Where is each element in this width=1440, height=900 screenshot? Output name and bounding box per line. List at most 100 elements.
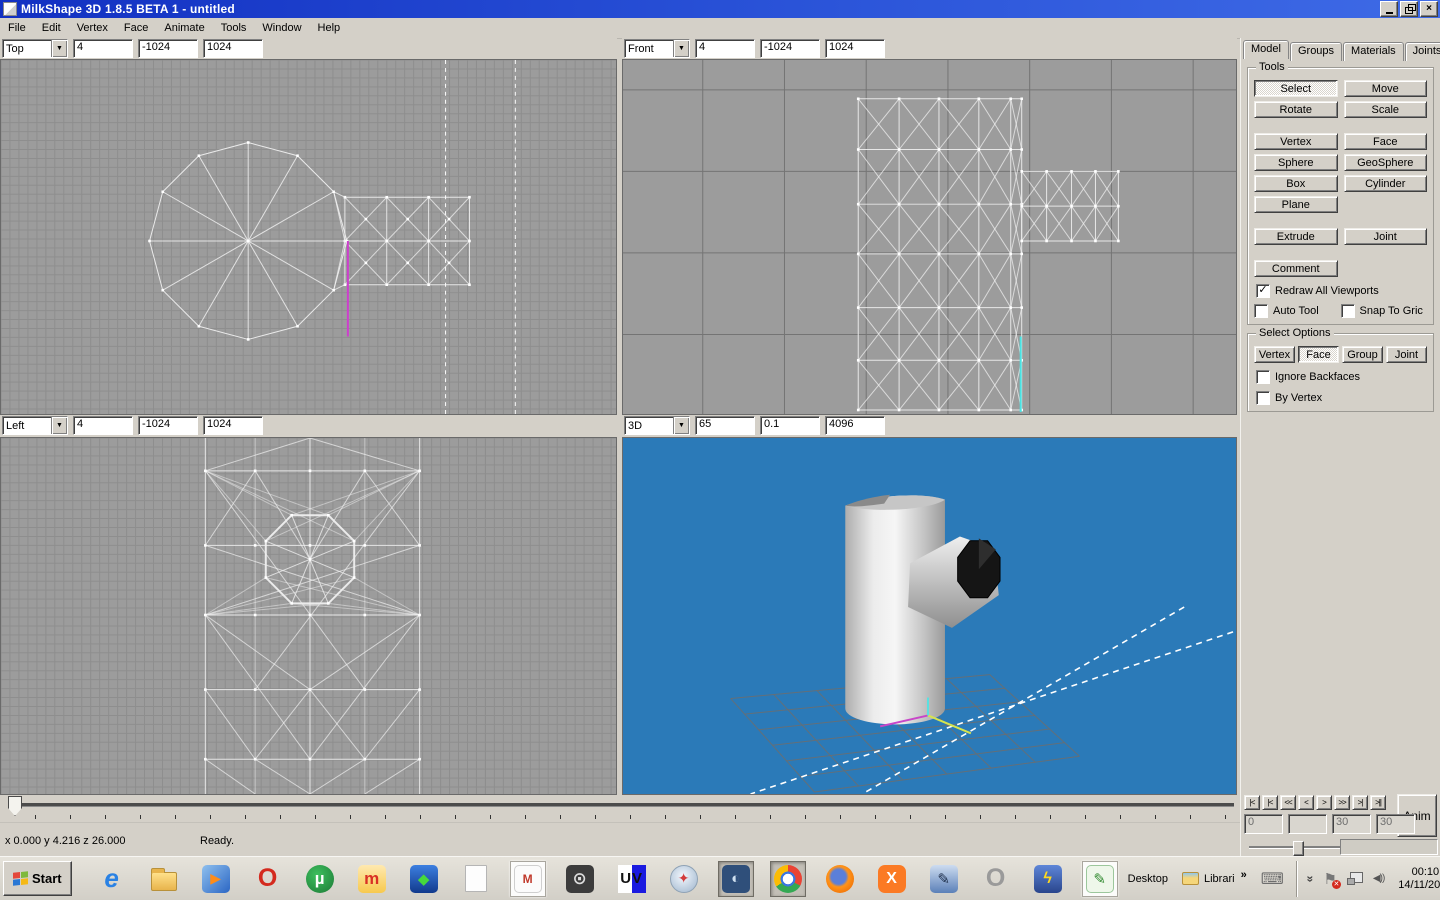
image-editor-icon[interactable]: ✎	[926, 861, 962, 897]
notepad-document-icon[interactable]	[458, 861, 494, 897]
explorer-folder-icon[interactable]	[146, 861, 182, 897]
extrude-tool-button[interactable]: Extrude	[1254, 228, 1338, 245]
first-frame-button[interactable]: |<	[1244, 795, 1260, 810]
prev-key-button[interactable]: |<	[1262, 795, 1278, 810]
fps-field[interactable]: 30	[1376, 814, 1415, 834]
face-tool-button[interactable]: Face	[1344, 133, 1428, 150]
viewport-front-type-dropdown[interactable]: Front ▼	[624, 39, 690, 58]
rotate-tool-button[interactable]: Rotate	[1254, 101, 1338, 118]
sims-icon[interactable]: ◆	[406, 861, 442, 897]
notepad-plus-plus-icon[interactable]: ✎	[1082, 861, 1118, 897]
close-button[interactable]: ×	[1420, 1, 1438, 17]
box-tool-button[interactable]: Box	[1254, 175, 1338, 192]
mirc-icon[interactable]: m	[354, 861, 390, 897]
chevron-down-icon[interactable]: ▼	[673, 417, 689, 434]
viewport-3d-field-2[interactable]: 0.1	[760, 416, 820, 435]
photo-viewer-icon[interactable]: ◐	[718, 861, 754, 897]
volume-icon[interactable]: ◀))	[1373, 873, 1384, 884]
safari-icon[interactable]: ✦	[666, 861, 702, 897]
timeline[interactable]	[0, 795, 1240, 822]
chevron-down-icon[interactable]: ▼	[51, 417, 67, 434]
step-forward-button[interactable]: >	[1316, 795, 1332, 810]
clock[interactable]: 00:10 14/11/2013	[1394, 866, 1440, 892]
action-center-flag-icon[interactable]: ⚑✕	[1323, 870, 1336, 888]
move-tool-button[interactable]: Move	[1344, 80, 1428, 97]
uv-mapper-icon[interactable]: UV	[614, 861, 650, 897]
viewport-front-field-3[interactable]: 1024	[825, 39, 885, 58]
select-joint-button[interactable]: Joint	[1386, 346, 1427, 363]
opera-classic-icon[interactable]: O	[978, 861, 1014, 897]
remote-desktop-icon[interactable]: ϟ	[1030, 861, 1066, 897]
viewport-top-field-3[interactable]: 1024	[203, 39, 263, 58]
select-group-button[interactable]: Group	[1342, 346, 1383, 363]
total-frames-field[interactable]: 30	[1332, 814, 1371, 834]
chevron-down-icon[interactable]: ▼	[51, 40, 67, 57]
viewport-left-field-2[interactable]: -1024	[138, 416, 198, 435]
select-vertex-button[interactable]: Vertex	[1254, 346, 1295, 363]
redraw-all-viewports-checkbox[interactable]	[1256, 284, 1270, 298]
tab-materials[interactable]: Materials	[1343, 42, 1404, 61]
opera-icon[interactable]: O	[250, 861, 286, 897]
milkshape-icon[interactable]: M	[510, 861, 546, 897]
menu-item-help[interactable]: Help	[310, 20, 349, 36]
minimize-button[interactable]	[1380, 1, 1398, 17]
plane-tool-button[interactable]: Plane	[1254, 196, 1338, 213]
current-frame-field[interactable]: 0	[1244, 814, 1283, 834]
step-back-button[interactable]: <	[1298, 795, 1314, 810]
timeline-thumb[interactable]	[8, 796, 22, 816]
scale-tool-button[interactable]: Scale	[1344, 101, 1428, 118]
menu-item-window[interactable]: Window	[254, 20, 309, 36]
viewport-top-type-dropdown[interactable]: Top ▼	[2, 39, 68, 58]
last-frame-button[interactable]: >||	[1370, 795, 1386, 810]
restore-button[interactable]	[1400, 1, 1418, 17]
viewport-3d-field-3[interactable]: 4096	[825, 416, 885, 435]
auto-tool-checkbox[interactable]	[1254, 304, 1268, 318]
geosphere-tool-button[interactable]: GeoSphere	[1344, 154, 1428, 171]
tab-joints[interactable]: Joints	[1405, 42, 1440, 61]
tab-model[interactable]: Model	[1243, 40, 1289, 59]
viewport-top-canvas[interactable]	[0, 59, 617, 415]
viewport-front-canvas[interactable]	[622, 59, 1237, 415]
ignore-backfaces-checkbox[interactable]	[1256, 370, 1270, 384]
toolbar-overflow-chevron[interactable]: »	[1239, 869, 1253, 889]
media-player-icon[interactable]: ▶	[198, 861, 234, 897]
fast-forward-button[interactable]: >>	[1334, 795, 1350, 810]
viewport-top-field-2[interactable]: -1024	[138, 39, 198, 58]
viewport-3d-field-1[interactable]: 65	[695, 416, 755, 435]
internet-explorer-icon[interactable]: e	[94, 861, 130, 897]
menu-item-animate[interactable]: Animate	[156, 20, 212, 36]
viewport-left-canvas[interactable]	[0, 437, 617, 795]
cylinder-tool-button[interactable]: Cylinder	[1344, 175, 1428, 192]
keyboard-icon[interactable]: ⌨	[1253, 869, 1292, 889]
menu-item-edit[interactable]: Edit	[34, 20, 69, 36]
fast-rewind-button[interactable]: <<	[1280, 795, 1296, 810]
joint-tool-button[interactable]: Joint	[1344, 228, 1428, 245]
menu-item-face[interactable]: Face	[116, 20, 156, 36]
utorrent-icon[interactable]: µ	[302, 861, 338, 897]
viewport-top-field-1[interactable]: 4	[73, 39, 133, 58]
select-face-button[interactable]: Face	[1298, 346, 1339, 363]
network-icon[interactable]	[1347, 872, 1363, 885]
viewport-front-field-1[interactable]: 4	[695, 39, 755, 58]
frame-field-2[interactable]	[1288, 814, 1327, 834]
libraries-toolbar-button[interactable]: Librari	[1178, 872, 1239, 885]
viewport-left-field-3[interactable]: 1024	[203, 416, 263, 435]
viewport-left-type-dropdown[interactable]: Left ▼	[2, 416, 68, 435]
by-vertex-checkbox[interactable]	[1256, 391, 1270, 405]
menu-item-tools[interactable]: Tools	[213, 20, 255, 36]
snap-to-grid-checkbox[interactable]	[1341, 304, 1355, 318]
viewport-front-field-2[interactable]: -1024	[760, 39, 820, 58]
chevron-down-icon[interactable]: ▼	[673, 40, 689, 57]
select-tool-button[interactable]: Select	[1254, 80, 1338, 97]
vertex-tool-button[interactable]: Vertex	[1254, 133, 1338, 150]
next-key-button[interactable]: >|	[1352, 795, 1368, 810]
xampp-icon[interactable]: X	[874, 861, 910, 897]
viewport-3d-type-dropdown[interactable]: 3D ▼	[624, 416, 690, 435]
viewport-3d-canvas[interactable]	[622, 437, 1237, 795]
firefox-icon[interactable]	[822, 861, 858, 897]
menu-item-vertex[interactable]: Vertex	[69, 20, 116, 36]
tray-expand-icon[interactable]: »	[1303, 875, 1317, 882]
viewport-left-field-1[interactable]: 4	[73, 416, 133, 435]
timeline-track[interactable]	[9, 803, 1234, 807]
chrome-icon[interactable]	[770, 861, 806, 897]
